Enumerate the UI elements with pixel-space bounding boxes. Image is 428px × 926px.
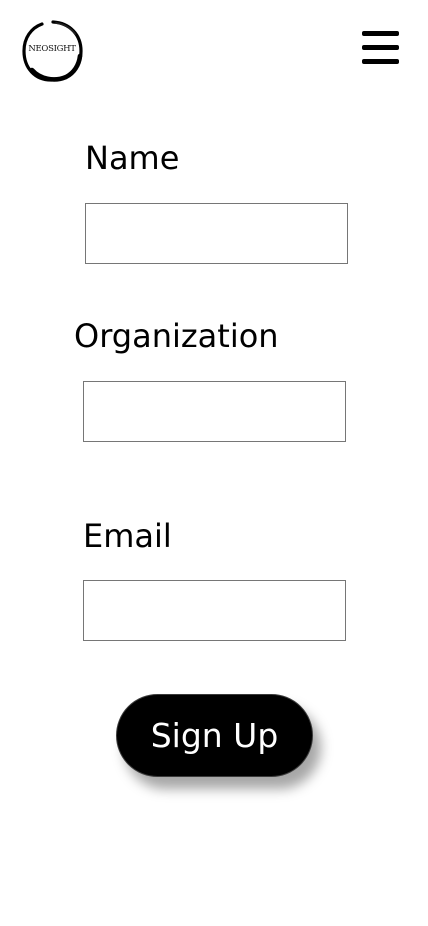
logo-text: NEOSIGHT <box>28 44 76 54</box>
email-input[interactable] <box>83 580 346 641</box>
organization-input[interactable] <box>83 381 346 442</box>
menu-bar-top <box>362 31 399 36</box>
email-label: Email <box>83 517 172 555</box>
neosight-logo[interactable]: NEOSIGHT <box>20 18 84 84</box>
menu-bar-bottom <box>362 59 399 64</box>
hamburger-menu-icon[interactable] <box>362 31 399 64</box>
menu-bar-middle <box>362 45 399 50</box>
name-input[interactable] <box>85 203 348 264</box>
name-label: Name <box>85 139 180 177</box>
organization-label: Organization <box>74 317 279 355</box>
sign-up-button[interactable]: Sign Up <box>116 694 313 777</box>
